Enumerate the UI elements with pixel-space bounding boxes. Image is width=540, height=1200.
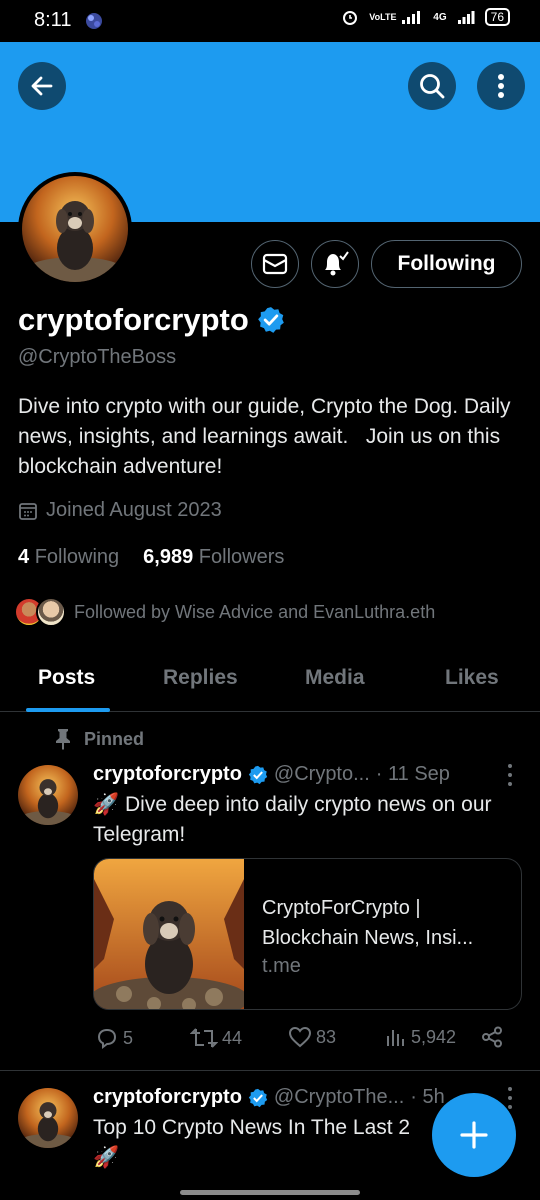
pinned-label: Pinned [54,728,144,750]
like-count: 83 [316,1026,337,1047]
followed-by-avatars [14,597,66,627]
tab-replies[interactable]: Replies [163,666,238,690]
profile-name: cryptoforcrypto [18,302,249,337]
calendar-icon [19,502,37,520]
profile-bio: Dive into crypto with our guide, Crypto … [18,395,517,478]
views-chart-icon [387,1030,404,1046]
link-card-title: CryptoForCrypto | Blockchain News, Insi.… [262,897,474,949]
profile-handle: @CryptoTheBoss [18,346,177,368]
tab-media[interactable]: Media [305,666,365,690]
more-options-button[interactable] [477,62,525,110]
search-icon [420,74,445,99]
following-count-link[interactable]: 4 Following [18,546,119,569]
tab-likes[interactable]: Likes [445,666,499,690]
link-card[interactable]: CryptoForCrypto | Blockchain News, Insi.… [93,858,522,1010]
network-type: 4G [433,11,447,23]
arrow-left-icon [31,76,53,96]
status-time: 8:11 [34,9,72,31]
post-author-name[interactable]: cryptoforcrypto [93,763,242,786]
volte-label: VoLTE [369,11,397,22]
repost-button[interactable]: 44 [190,1026,242,1050]
following-button[interactable]: Following [371,240,522,288]
bell-check-icon [325,251,349,276]
joined-text: Joined August 2023 [46,499,222,521]
followed-by[interactable]: Followed by Wise Advice and EvanLuthra.e… [14,597,435,627]
profile-avatar[interactable] [18,172,132,286]
post-actions: 5 44 83 5,942 [95,1026,510,1056]
share-icon [482,1026,502,1048]
alarm-icon [343,11,358,25]
follower-avatar-2 [36,597,66,627]
post-author-handle: @Crypto... [273,763,370,785]
battery-indicator: 76 [484,8,510,26]
active-tab-indicator [26,708,110,712]
followers-count-link[interactable]: 6,989 Followers [143,546,284,569]
post-header: cryptoforcrypto @CryptoThe... · 5h [93,1086,445,1109]
repost-count: 44 [222,1027,243,1048]
verified-badge-icon[interactable] [257,306,285,334]
share-button[interactable] [481,1026,503,1048]
views-count: 5,942 [411,1026,457,1047]
post-author-avatar[interactable] [18,1088,78,1148]
like-button[interactable]: 83 [288,1026,336,1048]
back-button[interactable] [18,62,66,110]
search-button[interactable] [408,62,456,110]
home-indicator[interactable] [180,1190,360,1195]
status-icons: VoLTE 4G 76 [341,8,510,26]
post-text: 🚀 Dive deep into daily crypto news on ou… [93,793,492,846]
signal-icon [402,11,421,24]
post-time: · 5h [410,1086,445,1108]
post-author-handle: @CryptoThe... [273,1086,405,1108]
follow-counts: 4 Following 6,989 Followers [18,546,284,569]
following-label: Following [34,546,120,568]
reply-icon [97,1028,117,1049]
followed-by-text: Followed by Wise Advice and EvanLuthra.e… [74,601,436,622]
signal-icon-2 [457,11,475,24]
post-author-name[interactable]: cryptoforcrypto [93,1086,242,1109]
display-name: cryptoforcrypto [18,302,285,338]
followers-count: 6,989 [143,546,194,568]
tab-posts[interactable]: Posts [38,666,95,690]
compose-post-button[interactable] [432,1093,516,1177]
repost-icon [190,1028,218,1048]
post-header: cryptoforcrypto @Crypto... · 11 Sep [93,763,450,786]
pin-icon [56,729,70,750]
message-button[interactable] [251,240,299,288]
reply-button[interactable]: 5 [95,1026,133,1050]
pinned-text: Pinned [84,728,145,749]
notifications-button[interactable] [311,240,359,288]
post-author-avatar[interactable] [18,765,78,825]
reply-count: 5 [123,1027,134,1048]
heart-icon [288,1026,312,1048]
link-card-image [94,859,249,1009]
followers-label: Followers [198,546,285,568]
status-bar: 8:11 VoLTE 4G 76 [0,0,540,42]
joined-date: Joined August 2023 [18,499,222,522]
link-card-domain: t.me [262,955,301,977]
plus-icon [460,1121,488,1149]
views-button[interactable]: 5,942 [385,1026,456,1048]
more-vertical-icon [498,74,504,98]
profile-tabs: Posts Replies Media Likes [0,650,540,712]
dog-avatar-image [22,176,128,282]
mail-icon [262,253,288,275]
verified-badge-icon [248,765,268,784]
post-time: · 11 Sep [375,763,450,785]
app-notification-icon [86,13,102,29]
verified-badge-icon [248,1088,268,1107]
following-count: 4 [18,546,30,568]
post-divider [0,1070,540,1071]
post-more-button[interactable] [502,764,518,786]
